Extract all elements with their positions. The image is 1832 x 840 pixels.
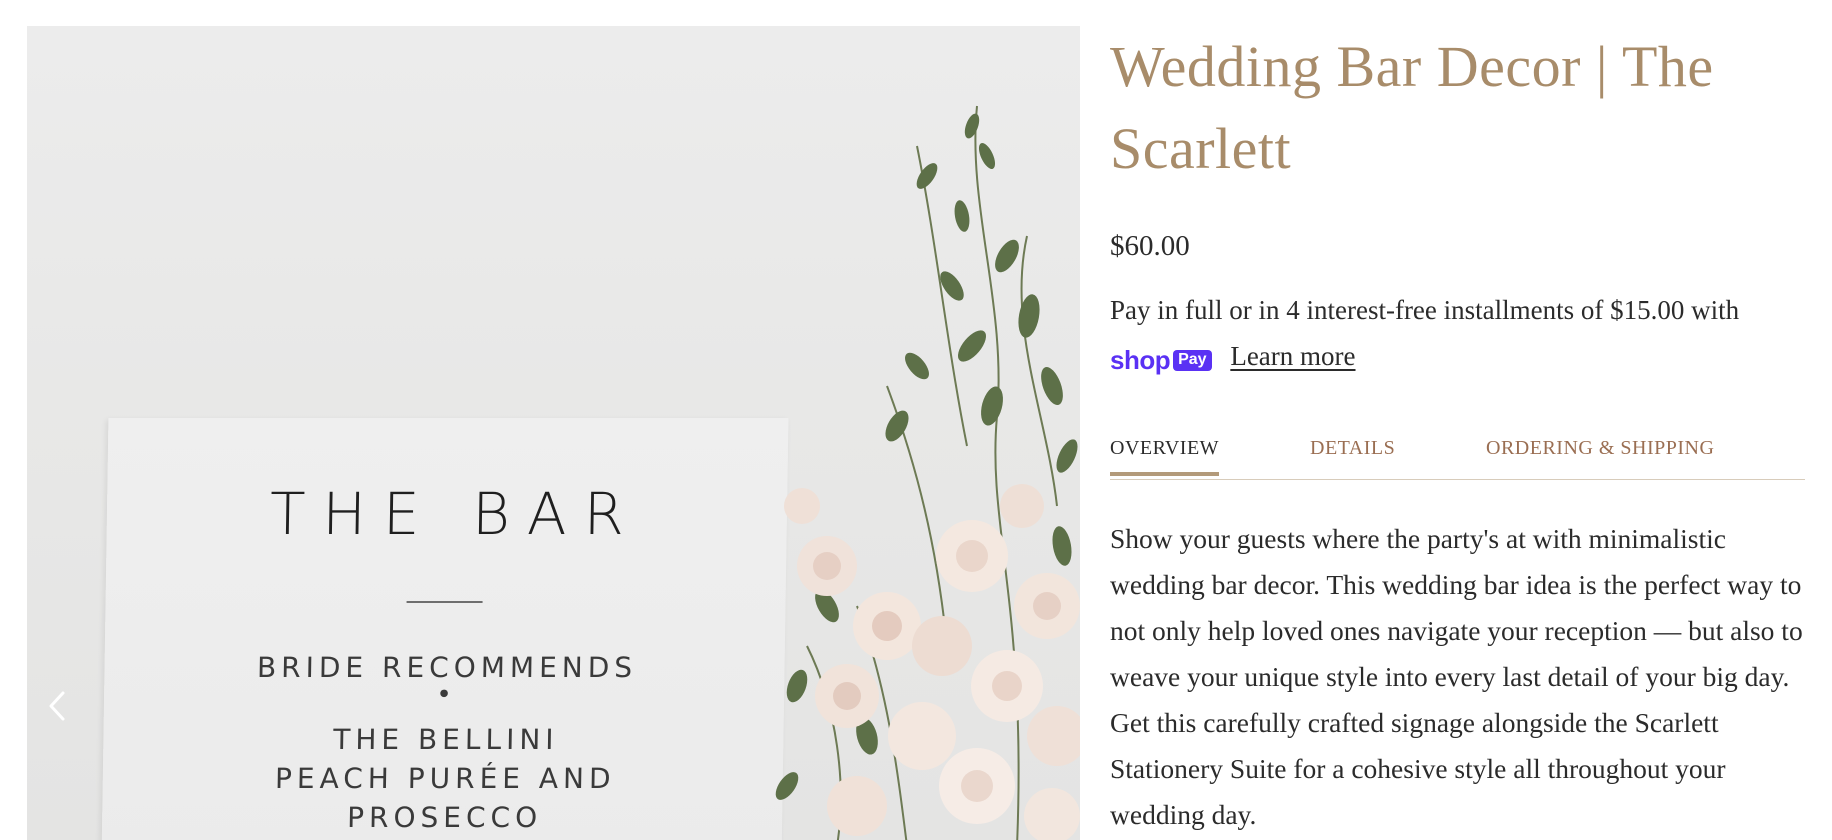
shop-pay-pay-badge: Pay bbox=[1173, 349, 1212, 371]
sign-title: THE BAR bbox=[269, 480, 642, 548]
sign-line-2: THE BELLINI bbox=[332, 723, 559, 756]
sign-divider bbox=[406, 601, 483, 603]
sign-line-4: PROSECCO bbox=[346, 801, 543, 834]
gallery-prev-button[interactable] bbox=[37, 681, 77, 731]
sign-dot: • bbox=[436, 680, 453, 710]
shop-pay-logo: shop Pay bbox=[1110, 347, 1212, 373]
product-info: Wedding Bar Decor | The Scarlett $60.00 … bbox=[1110, 26, 1805, 838]
product-price: $60.00 bbox=[1110, 230, 1190, 262]
tab-details[interactable]: DETAILS bbox=[1310, 437, 1395, 472]
learn-more-link[interactable]: Learn more bbox=[1230, 341, 1355, 371]
shop-pay-shop-word: shop bbox=[1110, 345, 1171, 375]
overview-description: Show your guests where the party's at wi… bbox=[1110, 523, 1803, 830]
chevron-left-icon bbox=[49, 691, 65, 721]
floral-arrangement-image bbox=[775, 105, 1080, 840]
installments-text: Pay in full or in 4 interest-free instal… bbox=[1110, 295, 1740, 325]
product-image-gallery[interactable]: THE BAR BRIDE RECOMMENDS • THE BELLINI P… bbox=[27, 26, 1080, 840]
product-title: Wedding Bar Decor | The Scarlett bbox=[1110, 34, 1714, 181]
installments-message: Pay in full or in 4 interest-free instal… bbox=[1110, 287, 1805, 379]
tab-overview[interactable]: OVERVIEW bbox=[1110, 437, 1220, 476]
sign-line-3: PEACH PURÉE AND bbox=[274, 762, 616, 795]
bar-sign-image: THE BAR BRIDE RECOMMENDS • THE BELLINI P… bbox=[101, 418, 789, 840]
product-tabs: OVERVIEW DETAILS ORDERING & SHIPPING bbox=[1110, 431, 1805, 480]
tab-ordering-shipping[interactable]: ORDERING & SHIPPING bbox=[1486, 437, 1714, 472]
